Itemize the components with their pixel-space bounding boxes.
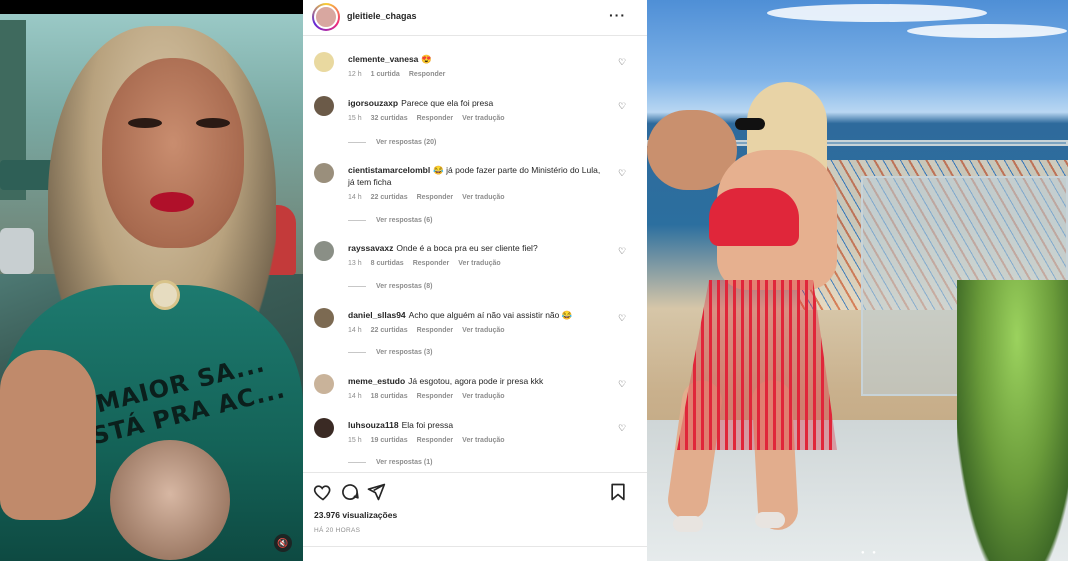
comment-text: Ela foi pressa <box>401 420 454 430</box>
view-replies-button[interactable]: Ver respostas (8) <box>348 283 432 290</box>
reply-button[interactable]: Responder <box>413 260 450 267</box>
reply-button[interactable]: Responder <box>417 327 454 334</box>
woman-face <box>102 58 244 248</box>
heart-icon[interactable]: ♡ <box>617 101 627 111</box>
avatar[interactable] <box>314 163 334 183</box>
view-replies-button[interactable]: Ver respostas (1) <box>348 459 432 466</box>
avatar[interactable] <box>314 418 334 438</box>
comment-likes[interactable]: 8 curtidas <box>371 260 404 267</box>
translate-button[interactable]: Ver tradução <box>462 437 504 444</box>
comment-time: 15 h <box>348 437 362 444</box>
comment-username[interactable]: igorsouzaxp <box>348 98 398 108</box>
necklace-pendant <box>150 280 180 310</box>
heart-icon[interactable]: ♡ <box>617 57 627 67</box>
reply-button[interactable]: Responder <box>409 71 446 78</box>
comment-time: 14 h <box>348 194 362 201</box>
comment-username[interactable]: luhsouza118 <box>348 420 399 430</box>
heart-icon[interactable]: ♡ <box>617 379 627 389</box>
video-top-bar <box>0 0 303 14</box>
instagram-post-panel: gleitiele_chagas ··· clemente_vanesa 😍 12… <box>303 0 647 561</box>
comment-likes[interactable]: 1 curtida <box>371 71 400 78</box>
comment-time: 12 h <box>348 71 362 78</box>
red-lips <box>150 192 194 212</box>
translate-button[interactable]: Ver tradução <box>458 260 500 267</box>
heart-icon[interactable]: ♡ <box>617 423 627 433</box>
comment-username[interactable]: rayssavaxz <box>348 243 393 253</box>
post-header: gleitiele_chagas ··· <box>303 0 647 36</box>
video-panel[interactable]: A MAIOR SA... ESTÁ PRA AC... 🔇 <box>0 0 303 561</box>
left-eye <box>128 118 162 128</box>
reply-button[interactable]: Responder <box>417 194 454 201</box>
speaker-icon[interactable]: 🔇 <box>274 534 292 552</box>
car <box>0 228 34 274</box>
avatar[interactable] <box>314 96 334 116</box>
comment-time: 14 h <box>348 393 362 400</box>
reply-button[interactable]: Responder <box>417 437 454 444</box>
cloud <box>907 24 1067 38</box>
post-action-bar <box>303 472 647 512</box>
heart-icon[interactable] <box>313 482 333 502</box>
comment-likes[interactable]: 22 curtidas <box>371 327 408 334</box>
comment-likes[interactable]: 22 curtidas <box>371 194 408 201</box>
comment-text: Onde é a boca pra eu ser cliente fiel? <box>396 243 538 253</box>
beach-photo-panel: ● ● <box>647 0 1068 561</box>
comment-likes[interactable]: 19 curtidas <box>371 437 408 444</box>
avatar[interactable] <box>314 374 334 394</box>
red-crochet-skirt <box>677 280 837 450</box>
sunglasses <box>735 118 765 130</box>
comment-username[interactable]: clemente_vanesa <box>348 54 418 64</box>
view-replies-button[interactable]: Ver respostas (3) <box>348 349 432 356</box>
right-eye <box>196 118 230 128</box>
comment-text: 😍 <box>421 54 433 64</box>
heart-icon[interactable]: ♡ <box>617 168 627 178</box>
comment-likes[interactable]: 32 curtidas <box>371 115 408 122</box>
cloud <box>767 4 987 22</box>
translate-button[interactable]: Ver tradução <box>462 115 504 122</box>
comment-username[interactable]: cientistamarcelombl <box>348 165 430 175</box>
thumbs-up-hand <box>0 350 96 520</box>
view-replies-button[interactable]: Ver respostas (6) <box>348 217 432 224</box>
comment-time: 13 h <box>348 260 362 267</box>
profile-avatar[interactable] <box>312 3 340 31</box>
comment-username[interactable]: daniel_sllas94 <box>348 310 406 320</box>
left-sandal <box>673 516 703 532</box>
comment-text: Parece que ela foi presa <box>401 98 494 108</box>
comment-likes[interactable]: 18 curtidas <box>371 393 408 400</box>
comment-icon[interactable] <box>340 482 360 502</box>
carousel-dots[interactable]: ● ● <box>861 550 879 556</box>
avatar[interactable] <box>314 308 334 328</box>
view-replies-button[interactable]: Ver respostas (20) <box>348 139 436 146</box>
comment-time: 15 h <box>348 115 362 122</box>
avatar[interactable] <box>314 241 334 261</box>
heart-icon[interactable]: ♡ <box>617 246 627 256</box>
comment-text: Já esgotou, agora pode ir presa kkk <box>408 376 544 386</box>
comment-username[interactable]: meme_estudo <box>348 376 405 386</box>
reply-button[interactable]: Responder <box>417 115 454 122</box>
comment-text: Acho que alguém aí não vai assistir não … <box>408 310 573 320</box>
comment-time: 14 h <box>348 327 362 334</box>
post-username[interactable]: gleitiele_chagas <box>347 11 417 21</box>
avatar[interactable] <box>314 52 334 72</box>
add-comment-area[interactable] <box>303 546 647 561</box>
translate-button[interactable]: Ver tradução <box>462 327 504 334</box>
view-count[interactable]: 23.976 visualizações <box>314 510 397 520</box>
red-bikini-top <box>709 188 799 246</box>
more-options-icon[interactable]: ··· <box>609 7 626 23</box>
shirt-print-face <box>110 440 230 560</box>
reply-button[interactable]: Responder <box>417 393 454 400</box>
bookmark-icon[interactable] <box>608 482 628 502</box>
palm-plant <box>957 280 1068 561</box>
translate-button[interactable]: Ver tradução <box>462 194 504 201</box>
share-icon[interactable] <box>366 482 386 502</box>
post-timestamp: HÁ 20 HORAS <box>314 527 361 534</box>
right-sandal <box>755 512 785 528</box>
heart-icon[interactable]: ♡ <box>617 313 627 323</box>
translate-button[interactable]: Ver tradução <box>462 393 504 400</box>
